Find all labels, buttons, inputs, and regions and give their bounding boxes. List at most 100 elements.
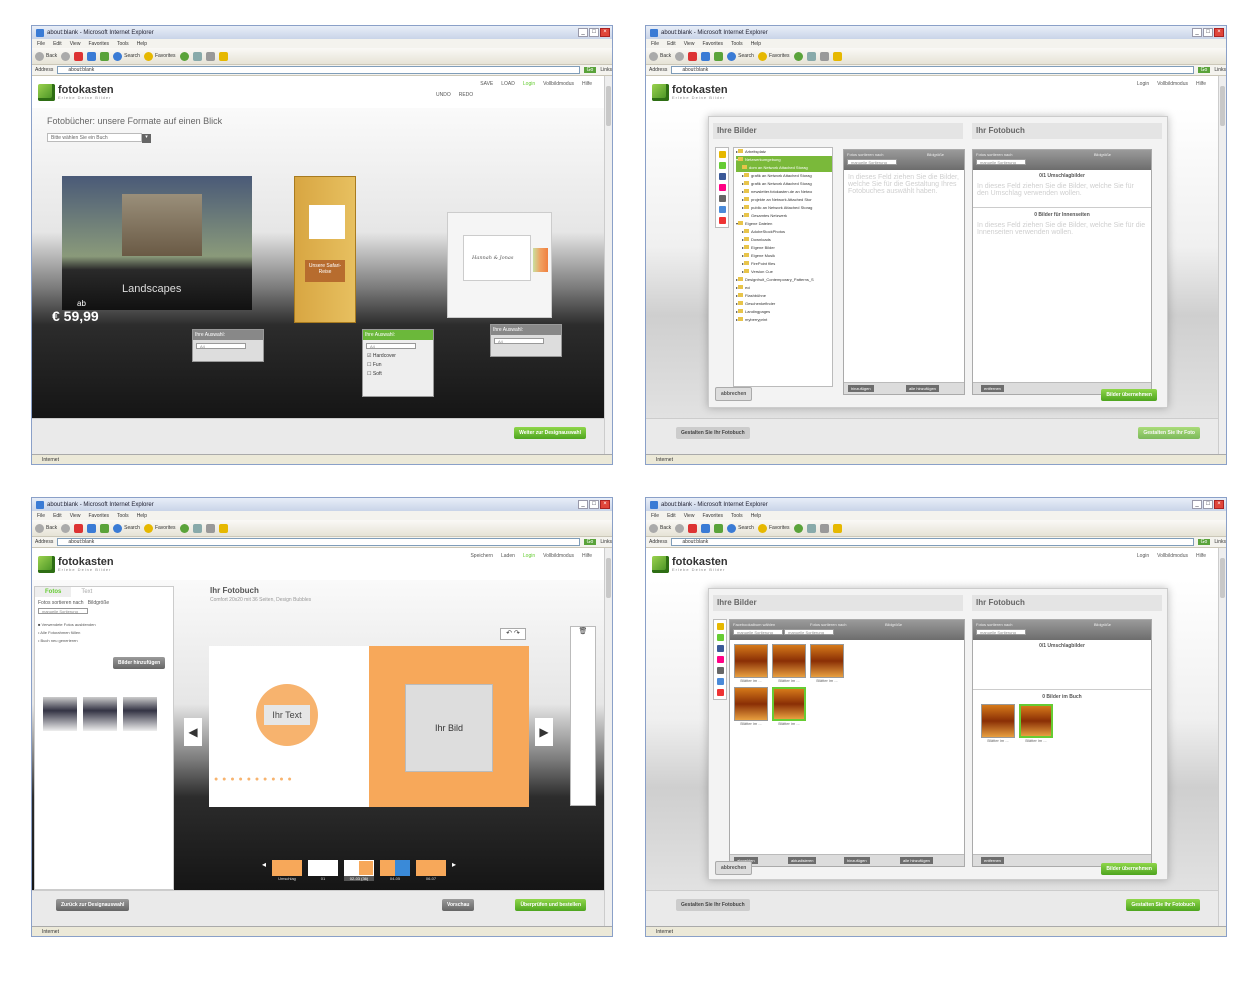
flickr-icon[interactable] [718, 184, 726, 191]
search-button[interactable]: Search [113, 523, 140, 533]
refresh-icon[interactable] [701, 51, 711, 61]
stop-icon[interactable] [74, 51, 84, 61]
load-link[interactable]: Laden [501, 553, 515, 559]
fill-frames-option[interactable]: • Alle Fotorahmen füllen [38, 629, 170, 637]
go-button[interactable]: Go [1197, 539, 1211, 545]
tree-item[interactable]: ▸ grafik an Network Attached Storag [736, 172, 832, 180]
accept-images-button[interactable]: Bilder übernehmen [1101, 389, 1157, 401]
accept-images-button[interactable]: Bilder übernehmen [1101, 863, 1157, 875]
back-button[interactable]: Back [35, 523, 57, 533]
picasa-icon[interactable] [718, 217, 726, 224]
page-thumb[interactable]: 04-05 [380, 860, 411, 881]
fullscreen-link[interactable]: Vollbildmodus [543, 81, 574, 87]
vertical-scrollbar[interactable] [1218, 76, 1226, 454]
close-button[interactable]: × [600, 28, 610, 37]
folder-tree[interactable]: ▸ Arbeitsplatz ▾ Netzwerkumgebung dom an N… [733, 147, 833, 387]
history-icon[interactable] [793, 51, 803, 61]
camera-icon[interactable] [716, 667, 724, 674]
forward-icon[interactable] [675, 523, 685, 533]
refresh-icon[interactable] [87, 51, 97, 61]
format-select-2[interactable]: A4 [366, 343, 416, 349]
image-item[interactable]: Blätter im ... [810, 644, 844, 683]
tree-item[interactable]: ▸ public an Network Attached Storag [736, 204, 832, 212]
menu-file[interactable]: File [651, 41, 659, 47]
undo-link[interactable]: UNDO [436, 92, 451, 98]
cloud-icon[interactable] [716, 678, 724, 685]
close-button[interactable]: × [1214, 28, 1224, 37]
tree-item[interactable]: ▸ Eigene Bilder [736, 244, 832, 252]
tree-item[interactable]: ▸ Flashbühne [736, 292, 832, 300]
sort-select[interactable]: manuelle Sortierung [976, 629, 1026, 635]
trash-area[interactable]: 🗑 [570, 626, 596, 806]
search-button[interactable]: Search [727, 51, 754, 61]
folder-icon[interactable] [832, 523, 842, 533]
option-soft[interactable]: ☐ Soft [367, 370, 433, 379]
order-button[interactable]: Überprüfen und bestellen [515, 899, 586, 911]
facebook-icon[interactable] [716, 645, 724, 652]
format-select-3[interactable]: A4 [494, 338, 544, 344]
hide-used-checkbox[interactable]: ■ Verwendete Fotos ausblenden [38, 621, 170, 629]
menu-favorites[interactable]: Favorites [702, 513, 723, 519]
tree-item[interactable]: ▸ Landingpages [736, 308, 832, 316]
favorites-button[interactable]: Favorites [143, 51, 176, 61]
menu-tools[interactable]: Tools [117, 41, 129, 47]
links-button[interactable]: Links [600, 539, 612, 545]
page-thumb[interactable]: 02-03 (36) [344, 860, 375, 881]
minimize-button[interactable]: _ [578, 500, 588, 509]
tree-item[interactable]: ▸ Arbeitsplatz [736, 148, 832, 156]
print-icon[interactable] [205, 51, 215, 61]
fullscreen-link[interactable]: Vollbildmodus [1157, 81, 1188, 87]
menu-edit[interactable]: Edit [667, 513, 676, 519]
cancel-button[interactable]: abbrechen [715, 861, 753, 875]
print-icon[interactable] [205, 523, 215, 533]
history-icon[interactable] [179, 51, 189, 61]
menu-edit[interactable]: Edit [53, 513, 62, 519]
address-input[interactable]: about:blank [57, 66, 580, 74]
links-button[interactable]: Links [1214, 539, 1226, 545]
image-item[interactable]: Blätter im ... [734, 687, 768, 726]
text-placeholder[interactable]: Ihr Text [264, 705, 310, 725]
refresh-icon[interactable] [701, 523, 711, 533]
maximize-button[interactable]: □ [589, 500, 599, 509]
menu-view[interactable]: View [70, 513, 81, 519]
vertical-scrollbar[interactable] [1218, 548, 1226, 926]
regenerate-option[interactable]: • Buch neu generieren [38, 637, 170, 645]
close-button[interactable]: × [1214, 500, 1224, 509]
folder-source-icon[interactable] [716, 623, 724, 630]
tree-item[interactable]: ▸ Geschenkefinder [736, 300, 832, 308]
folder-source-icon[interactable] [718, 151, 726, 158]
album-select[interactable]: manuelle Sortierung [733, 629, 783, 635]
option-fun[interactable]: ☐ Fun [367, 361, 433, 370]
tree-item[interactable]: ▾ Netzwerkumgebung [736, 156, 832, 164]
stop-icon[interactable] [688, 523, 698, 533]
option-hardcover[interactable]: ☑ Hardcover [367, 352, 433, 361]
help-link[interactable]: Hilfe [582, 553, 592, 559]
facebook-icon[interactable] [718, 173, 726, 180]
sort-select[interactable]: manuelle Sortierung [847, 159, 897, 165]
search-button[interactable]: Search [727, 523, 754, 533]
web-source-icon[interactable] [716, 634, 724, 641]
mail-icon[interactable] [192, 51, 202, 61]
cover-drop-zone[interactable]: In dieses Feld ziehen Sie die Bilder, we… [973, 179, 1151, 201]
mail-icon[interactable] [192, 523, 202, 533]
sort-select[interactable]: manuelle Sortierung [784, 629, 835, 635]
add-all-button[interactable]: alle hinzufügen [906, 385, 939, 392]
print-icon[interactable] [819, 51, 829, 61]
tree-item[interactable]: ▸ grafik an Network Attached Storag [736, 180, 832, 188]
back-button[interactable]: Gestalten Sie Ihr Fotobuch [676, 899, 750, 911]
forward-icon[interactable] [61, 51, 71, 61]
back-button[interactable]: Gestalten Sie Ihr Fotobuch [676, 427, 750, 439]
maximize-button[interactable]: □ [1203, 28, 1213, 37]
web-source-icon[interactable] [718, 162, 726, 169]
image-placeholder[interactable]: Ihr Bild [405, 684, 493, 772]
maximize-button[interactable]: □ [1203, 500, 1213, 509]
save-link[interactable]: Speichern [470, 553, 493, 559]
photo-thumbnail[interactable] [123, 697, 157, 731]
history-icon[interactable] [179, 523, 189, 533]
address-input[interactable]: about:blank [57, 538, 580, 546]
home-icon[interactable] [100, 51, 110, 61]
home-icon[interactable] [714, 51, 724, 61]
photo-thumbnail[interactable] [43, 697, 77, 731]
menu-favorites[interactable]: Favorites [702, 41, 723, 47]
minimize-button[interactable]: _ [1192, 28, 1202, 37]
